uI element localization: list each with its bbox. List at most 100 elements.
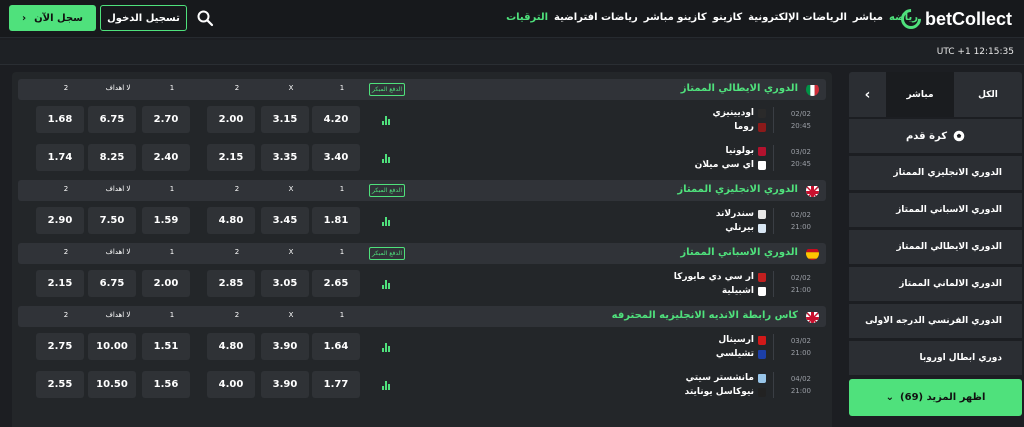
odds-button[interactable]: 1.74 xyxy=(36,144,84,171)
sidebar-league-item[interactable]: الدوري الايطالي الممتاز xyxy=(849,230,1022,264)
league-header[interactable]: الدوري الايطالي الممتاز الدفع المبكر 1 X 2 1 ل… xyxy=(18,79,826,100)
column-header: 1 xyxy=(169,248,175,256)
odds-button[interactable]: 3.35 xyxy=(261,144,309,171)
tab-all[interactable]: الكل xyxy=(954,72,1022,117)
league-header[interactable]: الدوري الانجليزي الممتاز الدفع المبكر 1 X 2 1… xyxy=(18,180,826,201)
match-row[interactable]: 03/02 20:45 بولونيا اي سي ميلان 3.40 3.35 2.15… xyxy=(18,141,826,175)
odds-button[interactable]: 1.68 xyxy=(36,106,84,133)
sidebar-league-item[interactable]: الدوري الفرنسي الدرجه الاولى xyxy=(849,304,1022,338)
odds-button[interactable]: 1.64 xyxy=(312,333,360,360)
away-team: نيوكاسل يونايتد xyxy=(685,385,766,399)
nav-item-0[interactable]: رياضه xyxy=(889,12,918,23)
odds-value: 1.68 xyxy=(47,114,73,125)
match-time: 21:00 xyxy=(790,286,811,294)
login-button[interactable]: تسجيل الدخول xyxy=(100,5,187,31)
odds-button[interactable]: 2.40 xyxy=(142,144,190,171)
stats-icon[interactable] xyxy=(382,279,392,289)
odds-button[interactable]: 1.81 xyxy=(312,207,360,234)
odds-button[interactable]: 1.77 xyxy=(312,371,360,398)
sidebar-league-item[interactable]: الدوري الالماني الممتاز xyxy=(849,267,1022,301)
odds-button[interactable]: 6.75 xyxy=(88,270,136,297)
odds-button[interactable]: 1.56 xyxy=(142,371,190,398)
column-header: 2 xyxy=(234,311,240,319)
odds-button[interactable]: 1.59 xyxy=(142,207,190,234)
stats-icon[interactable] xyxy=(382,216,392,226)
nav-item-5[interactable]: رياضات افتراضية xyxy=(554,12,638,23)
search-icon[interactable] xyxy=(196,9,214,27)
odds-button[interactable]: 4.20 xyxy=(312,106,360,133)
odds-button[interactable]: 3.45 xyxy=(261,207,309,234)
away-team-name: روما xyxy=(734,122,754,132)
odds-button[interactable]: 1.51 xyxy=(142,333,190,360)
stats-icon[interactable] xyxy=(382,342,392,352)
odds-value: 4.20 xyxy=(323,114,349,125)
flag-spain-icon xyxy=(806,247,819,260)
match-row[interactable]: 02/02 21:00 سندرلاند بيرنلي 1.81 3.45 4.80 1.59… xyxy=(18,204,826,238)
odds-button[interactable]: 2.85 xyxy=(207,270,255,297)
sidebar-league-label: الدوري الاسباني الممتاز xyxy=(896,205,1002,215)
chevron-left-icon[interactable]: ‹ xyxy=(849,72,886,117)
away-team-name: تشيلسي xyxy=(715,349,754,359)
nav-item-1[interactable]: مباشر xyxy=(853,12,883,23)
odds-button[interactable]: 10.00 xyxy=(88,333,136,360)
odds-button[interactable]: 3.15 xyxy=(261,106,309,133)
column-header: X xyxy=(288,248,294,256)
odds-button[interactable]: 2.00 xyxy=(142,270,190,297)
odds-button[interactable]: 2.70 xyxy=(142,106,190,133)
odds-button[interactable]: 2.90 xyxy=(36,207,84,234)
odds-button[interactable]: 2.15 xyxy=(207,144,255,171)
stats-icon[interactable] xyxy=(382,115,392,125)
home-kit-icon xyxy=(758,272,766,282)
odds-value: 1.74 xyxy=(47,152,73,163)
odds-button[interactable]: 4.00 xyxy=(207,371,255,398)
league-header[interactable]: الدوري الاسباني الممتاز الدفع المبكر 1 X 2 1 ل… xyxy=(18,243,826,264)
league-header[interactable]: كاس رابطة الانديه الانجليزيه المحترفه 1 X 2… xyxy=(18,306,826,327)
odds-button[interactable]: 10.50 xyxy=(88,371,136,398)
sidebar-sport-football[interactable]: كرة قدم xyxy=(849,119,1022,153)
show-more-button[interactable]: اظهر المزيد (69) ⌄ xyxy=(849,379,1022,416)
match-row[interactable]: 02/02 20:45 اوديينيزي روما 4.20 3.15 2.00 2.70 6… xyxy=(18,103,826,137)
match-time: 21:00 xyxy=(790,223,811,231)
stats-icon[interactable] xyxy=(382,380,392,390)
odds-button[interactable]: 8.25 xyxy=(88,144,136,171)
odds-button[interactable]: 2.00 xyxy=(207,106,255,133)
away-team-name: اي سي ميلان xyxy=(694,160,754,170)
odds-value: 2.15 xyxy=(47,278,73,289)
odds-button[interactable]: 2.75 xyxy=(36,333,84,360)
register-button[interactable]: سجل الآن ‹ xyxy=(9,5,96,31)
match-row[interactable]: 02/02 21:00 ار سي دي مايوركا اشبيلية 2.65 3.0… xyxy=(18,267,826,301)
column-header: X xyxy=(288,311,294,319)
odds-button[interactable]: 4.80 xyxy=(207,207,255,234)
sub-bar xyxy=(0,40,1024,65)
match-row[interactable]: 04/02 21:00 مانشستر سيتي نيوكاسل يونايتد 1.7… xyxy=(18,368,826,402)
sidebar-league-item[interactable]: دوري ابطال اوروبا xyxy=(849,341,1022,375)
nav-item-6[interactable]: الترقيات xyxy=(506,12,548,23)
stats-icon[interactable] xyxy=(382,153,392,163)
odds-button[interactable]: 4.80 xyxy=(207,333,255,360)
away-team: اشبيلية xyxy=(674,284,766,298)
column-header: X xyxy=(288,84,294,92)
away-kit-icon xyxy=(758,387,766,397)
odds-value: 8.25 xyxy=(99,152,125,163)
football-icon xyxy=(953,130,965,142)
nav-item-4[interactable]: كازينو مباشر xyxy=(644,12,707,23)
match-row[interactable]: 03/02 21:00 ارسينال تشيلسي 1.64 3.90 4.80 1.51 1… xyxy=(18,330,826,364)
odds-button[interactable]: 2.15 xyxy=(36,270,84,297)
nav-item-2[interactable]: الرياضات الإلكترونية xyxy=(748,12,847,23)
tab-live[interactable]: مباشر xyxy=(886,72,954,117)
column-header: 1 xyxy=(339,185,345,193)
odds-button[interactable]: 3.05 xyxy=(261,270,309,297)
odds-button[interactable]: 3.90 xyxy=(261,371,309,398)
sidebar-league-item[interactable]: الدوري الانجليزي الممتاز xyxy=(849,156,1022,190)
nav-item-3[interactable]: كازينو xyxy=(713,12,742,23)
odds-button[interactable]: 2.55 xyxy=(36,371,84,398)
odds-button[interactable]: 3.40 xyxy=(312,144,360,171)
odds-button[interactable]: 6.75 xyxy=(88,106,136,133)
sidebar-league-item[interactable]: الدوري الاسباني الممتاز xyxy=(849,193,1022,227)
odds-button[interactable]: 2.65 xyxy=(312,270,360,297)
home-team: سندرلاند xyxy=(716,207,766,221)
odds-value: 1.51 xyxy=(153,341,179,352)
odds-button[interactable]: 3.90 xyxy=(261,333,309,360)
odds-button[interactable]: 7.50 xyxy=(88,207,136,234)
league-name: الدوري الايطالي الممتاز xyxy=(680,83,798,94)
